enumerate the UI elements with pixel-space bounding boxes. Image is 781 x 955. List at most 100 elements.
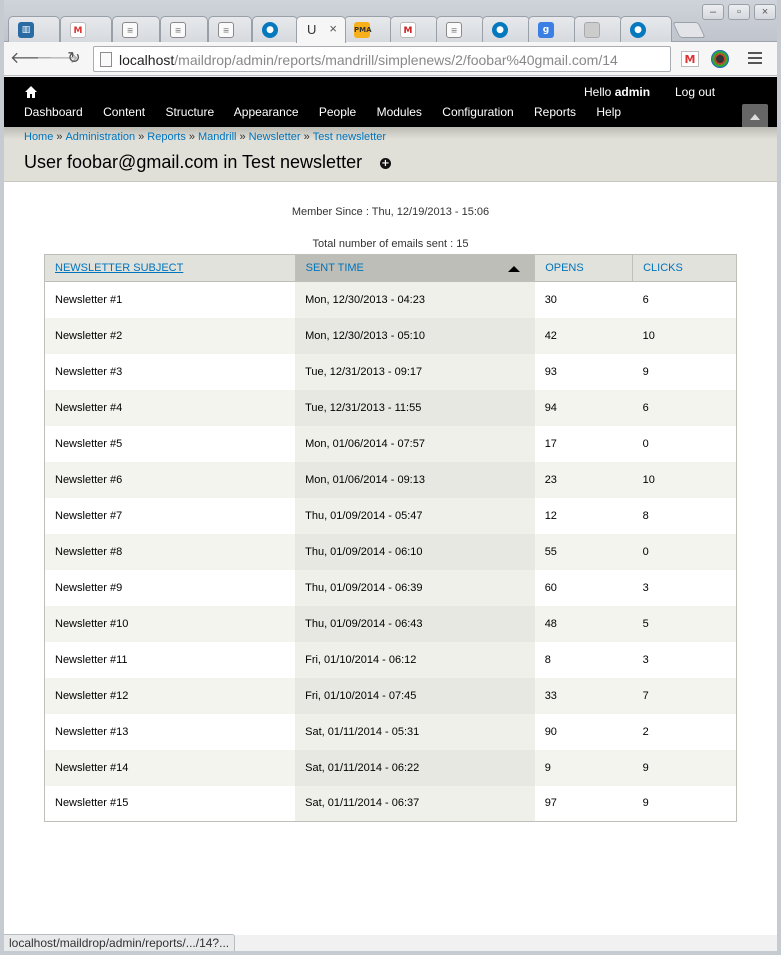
cell-sent-time: Sat, 01/11/2014 - 06:22 <box>295 749 535 786</box>
table-row: Newsletter #10 Thu, 01/09/2014 - 06:43 48 5 <box>44 605 737 642</box>
cell-subject: Newsletter #5 <box>55 437 123 450</box>
cell-sent-time: Sat, 01/11/2014 - 06:37 <box>295 785 535 822</box>
cell-subject: Newsletter #1 <box>55 293 123 306</box>
back-arrow-icon[interactable]: 🡐 <box>10 48 53 70</box>
cell-opens: 60 <box>544 581 557 594</box>
menu-configuration[interactable]: Configuration <box>442 105 513 119</box>
active-tab-title: U <box>307 22 317 37</box>
newsletter-report-table: Newsletter Subject Sent Time Opens Click… <box>44 254 737 822</box>
table-row: Newsletter #1 Mon, 12/30/2013 - 04:23 30 6 <box>45 281 737 318</box>
cell-clicks: 10 <box>632 317 737 354</box>
address-bar[interactable]: localhost/maildrop/admin/reports/mandril… <box>93 46 671 72</box>
cell-subject: Newsletter #3 <box>55 365 123 378</box>
browser-tab-trello[interactable]: ▥ <box>8 16 60 42</box>
cell-subject: Newsletter #6 <box>44 461 296 498</box>
table-row: Newsletter #8 Thu, 01/09/2014 - 06:10 55 0 <box>44 533 737 570</box>
page-header: Home» Administration» Reports» Mandrill» New… <box>4 127 777 182</box>
column-newsletter-subject[interactable]: Newsletter Subject <box>44 254 296 282</box>
status-bar: localhost/maildrop/admin/reports/.../14?… <box>4 934 236 951</box>
cell-opens: 97 <box>544 797 557 810</box>
new-tab-button[interactable] <box>672 22 706 38</box>
logout-link[interactable]: Log out <box>675 85 715 99</box>
browser-tab-drupal-2[interactable]: ● <box>482 16 530 42</box>
document-icon: ≡ <box>218 22 234 38</box>
cell-sent-time: Sat, 01/11/2014 - 05:31 <box>295 713 535 750</box>
document-icon: ≡ <box>122 22 138 38</box>
table-row: Newsletter #9 Thu, 01/09/2014 - 06:39 60 3 <box>45 569 737 606</box>
cell-clicks: 9 <box>642 365 649 378</box>
cell-clicks: 6 <box>642 293 649 306</box>
page-icon <box>100 52 112 67</box>
browser-tab-doc-1[interactable]: ≡ <box>112 16 160 42</box>
chrome-menu-icon[interactable] <box>748 52 762 67</box>
cell-clicks: 6 <box>632 389 737 426</box>
reload-icon[interactable]: ↻ <box>63 48 85 70</box>
drupal-icon: ● <box>262 22 278 38</box>
browser-tab-doc-2[interactable]: ≡ <box>160 16 208 42</box>
cell-subject: Newsletter #8 <box>44 533 296 570</box>
cell-sent-time: Thu, 01/09/2014 - 06:10 <box>295 533 535 570</box>
browser-tab-doc-4[interactable]: ≡ <box>436 16 484 42</box>
browser-tab-active[interactable]: U × <box>296 16 346 43</box>
drupal-icon: ● <box>492 22 508 38</box>
mandrill-icon: M <box>400 22 416 38</box>
browser-tab-drupal-3[interactable]: ● <box>620 16 672 42</box>
menu-structure[interactable]: Structure <box>165 105 214 119</box>
menu-people[interactable]: People <box>319 105 356 119</box>
browser-tab-gmail[interactable]: M <box>60 16 112 42</box>
browser-tab-gray[interactable] <box>574 16 622 42</box>
breadcrumb-administration[interactable]: Administration <box>65 131 135 143</box>
cell-sent-time: Mon, 01/06/2014 - 09:13 <box>295 461 535 498</box>
cell-opens: 17 <box>544 437 557 450</box>
cell-subject: Newsletter #10 <box>44 605 296 642</box>
maximize-window-button[interactable]: ▫ <box>728 4 750 20</box>
page-title: User foobar@gmail.com in Test newsletter <box>24 152 363 172</box>
table-row: Newsletter #14 Sat, 01/11/2014 - 06:22 9 9 <box>44 749 737 786</box>
menu-dashboard[interactable]: Dashboard <box>24 105 83 119</box>
cell-opens: 8 <box>544 653 551 666</box>
close-tab-icon[interactable]: × <box>329 21 337 36</box>
trello-icon: ▥ <box>18 22 34 38</box>
shortcut-toggle-button[interactable] <box>742 104 768 128</box>
menu-reports[interactable]: Reports <box>534 105 576 119</box>
browser-toolbar: 🡐 🡒 ↻ localhost/maildrop/admin/reports/m… <box>0 42 781 76</box>
home-icon[interactable] <box>24 85 38 99</box>
forward-arrow-icon[interactable]: 🡒 <box>36 48 79 70</box>
breadcrumb-newsletter[interactable]: Newsletter <box>249 131 301 143</box>
column-sent-time[interactable]: Sent Time <box>294 254 535 282</box>
column-clicks[interactable]: Clicks <box>632 254 737 282</box>
sort-ascending-icon <box>508 266 521 272</box>
column-opens[interactable]: Opens <box>534 254 633 282</box>
gmail-extension-icon[interactable]: M <box>681 51 699 67</box>
menu-content[interactable]: Content <box>103 105 145 119</box>
add-shortcut-icon[interactable]: + <box>380 158 391 169</box>
browser-tab-phpmyadmin[interactable]: PMA <box>344 16 392 42</box>
table-row: Newsletter #7 Thu, 01/09/2014 - 05:47 12 8 <box>45 497 737 534</box>
browser-tab-drupal-1[interactable]: ● <box>252 16 298 42</box>
menu-modules[interactable]: Modules <box>377 105 422 119</box>
username[interactable]: admin <box>615 85 650 99</box>
browser-tab-google[interactable]: g <box>528 16 576 42</box>
close-window-button[interactable]: × <box>754 4 776 20</box>
cell-subject: Newsletter #11 <box>55 653 128 666</box>
breadcrumb-test-newsletter[interactable]: Test newsletter <box>313 131 386 143</box>
browser-tab-mandrill[interactable]: M <box>390 16 438 42</box>
cell-clicks: 2 <box>642 725 649 738</box>
breadcrumb-home[interactable]: Home <box>24 131 53 143</box>
breadcrumb: Home» Administration» Reports» Mandrill» New… <box>24 131 387 143</box>
phpmyadmin-icon: PMA <box>354 22 372 38</box>
cell-opens: 90 <box>544 725 557 738</box>
minimize-window-button[interactable]: – <box>702 4 724 20</box>
drupal-icon: ● <box>630 22 646 38</box>
cell-clicks: 3 <box>642 653 649 666</box>
cell-clicks: 9 <box>632 749 737 786</box>
cell-opens: 94 <box>534 389 633 426</box>
breadcrumb-reports[interactable]: Reports <box>147 131 186 143</box>
google-icon: g <box>538 22 554 38</box>
menu-appearance[interactable]: Appearance <box>234 105 299 119</box>
menu-help[interactable]: Help <box>596 105 621 119</box>
browser-tab-doc-3[interactable]: ≡ <box>208 16 252 42</box>
breadcrumb-mandrill[interactable]: Mandrill <box>198 131 237 143</box>
table-row: Newsletter #13 Sat, 01/11/2014 - 05:31 90 2 <box>45 713 737 750</box>
color-extension-icon[interactable] <box>711 50 729 68</box>
